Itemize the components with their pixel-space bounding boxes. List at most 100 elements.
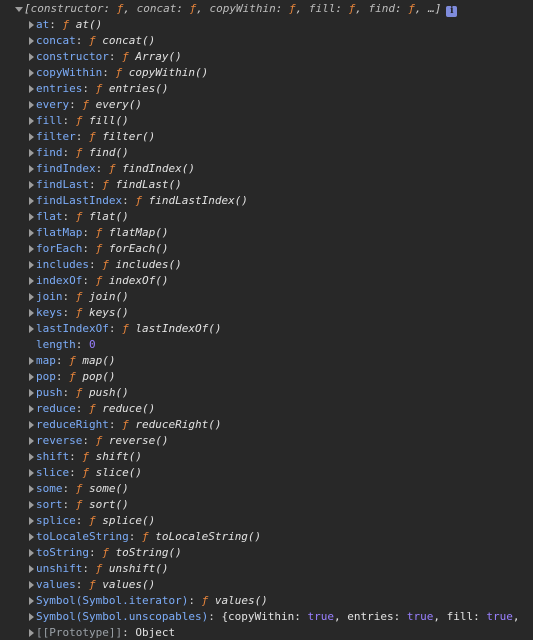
property-row-every[interactable]: every: ƒ every() <box>0 97 533 113</box>
property-row-slice[interactable]: slice: ƒ slice() <box>0 465 533 481</box>
property-row-symbol-unscopables[interactable]: Symbol(Symbol.unscopables): {copyWithin:… <box>0 609 533 625</box>
expand-triangle-icon[interactable] <box>26 305 36 321</box>
expand-triangle-icon[interactable] <box>26 625 36 640</box>
property-content: map: ƒ map() <box>36 353 116 369</box>
function-signature: slice() <box>95 466 142 479</box>
expand-triangle-icon[interactable] <box>26 289 36 305</box>
punctuation: : <box>103 2 117 15</box>
expand-triangle-icon[interactable] <box>26 33 36 49</box>
property-row-entries[interactable]: entries: ƒ entries() <box>0 81 533 97</box>
expand-triangle-icon[interactable] <box>26 513 36 529</box>
expand-triangle-icon[interactable] <box>26 97 36 113</box>
property-row-flatMap[interactable]: flatMap: ƒ flatMap() <box>0 225 533 241</box>
property-row-indexOf[interactable]: indexOf: ƒ indexOf() <box>0 273 533 289</box>
property-row-shift[interactable]: shift: ƒ shift() <box>0 449 533 465</box>
property-row-symbol-iterator[interactable]: Symbol(Symbol.iterator): ƒ values() <box>0 593 533 609</box>
boolean-value: true <box>486 610 513 623</box>
expand-triangle-icon[interactable] <box>26 593 36 609</box>
property-row-map[interactable]: map: ƒ map() <box>0 353 533 369</box>
punctuation: , <box>355 2 369 15</box>
property-row-reduceRight[interactable]: reduceRight: ƒ reduceRight() <box>0 417 533 433</box>
expand-triangle-icon[interactable] <box>26 481 36 497</box>
property-key: pop <box>36 370 56 383</box>
expand-triangle-icon[interactable] <box>26 385 36 401</box>
expand-triangle-open-icon[interactable] <box>14 1 24 17</box>
property-row-toString[interactable]: toString: ƒ toString() <box>0 545 533 561</box>
header-property-key: find <box>368 2 395 15</box>
property-row-values[interactable]: values: ƒ values() <box>0 577 533 593</box>
property-row-keys[interactable]: keys: ƒ keys() <box>0 305 533 321</box>
expand-triangle-icon[interactable] <box>26 353 36 369</box>
property-row-reduce[interactable]: reduce: ƒ reduce() <box>0 401 533 417</box>
property-row-flat[interactable]: flat: ƒ flat() <box>0 209 533 225</box>
expand-triangle-icon[interactable] <box>26 81 36 97</box>
property-content: splice: ƒ splice() <box>36 513 155 529</box>
expand-triangle-icon[interactable] <box>26 449 36 465</box>
expand-triangle-icon[interactable] <box>26 177 36 193</box>
property-row-concat[interactable]: concat: ƒ concat() <box>0 33 533 49</box>
expand-triangle-icon[interactable] <box>26 561 36 577</box>
property-row-join[interactable]: join: ƒ join() <box>0 289 533 305</box>
property-row-findLastIndex[interactable]: findLastIndex: ƒ findLastIndex() <box>0 193 533 209</box>
expand-triangle-icon[interactable] <box>26 129 36 145</box>
expand-triangle-icon[interactable] <box>26 465 36 481</box>
expand-triangle-icon[interactable] <box>26 209 36 225</box>
property-row-at[interactable]: at: ƒ at() <box>0 17 533 33</box>
property-row-sort[interactable]: sort: ƒ sort() <box>0 497 533 513</box>
array-prototype-summary[interactable]: [constructor: ƒ, concat: ƒ, copyWithin: … <box>0 1 533 17</box>
expand-triangle-icon[interactable] <box>26 529 36 545</box>
property-content: filter: ƒ filter() <box>36 129 155 145</box>
property-row-forEach[interactable]: forEach: ƒ forEach() <box>0 241 533 257</box>
property-row-unshift[interactable]: unshift: ƒ unshift() <box>0 561 533 577</box>
expand-triangle-icon[interactable] <box>26 609 36 625</box>
property-row-includes[interactable]: includes: ƒ includes() <box>0 257 533 273</box>
expand-triangle-icon[interactable] <box>26 113 36 129</box>
expand-triangle-icon[interactable] <box>26 161 36 177</box>
expand-triangle-icon[interactable] <box>26 401 36 417</box>
expand-triangle-icon[interactable] <box>26 257 36 273</box>
expand-triangle-icon[interactable] <box>26 417 36 433</box>
property-row-filter[interactable]: filter: ƒ filter() <box>0 129 533 145</box>
expand-triangle-icon[interactable] <box>26 145 36 161</box>
expand-triangle-icon[interactable] <box>26 273 36 289</box>
property-key: join <box>36 290 63 303</box>
expand-triangle-icon[interactable] <box>26 49 36 65</box>
expand-triangle-icon[interactable] <box>26 433 36 449</box>
property-row-findLast[interactable]: findLast: ƒ findLast() <box>0 177 533 193</box>
expand-triangle-icon[interactable] <box>26 65 36 81</box>
property-row-constructor[interactable]: constructor: ƒ Array() <box>0 49 533 65</box>
expand-triangle-icon[interactable] <box>26 497 36 513</box>
property-key: splice <box>36 514 76 527</box>
property-key: every <box>36 98 70 111</box>
expand-triangle-icon[interactable] <box>26 241 36 257</box>
property-key: flat <box>36 210 63 223</box>
expand-triangle-icon[interactable] <box>26 17 36 33</box>
property-row-prototype[interactable]: [[Prototype]]: Object <box>0 625 533 640</box>
expand-triangle-icon[interactable] <box>26 369 36 385</box>
expand-triangle-icon[interactable] <box>26 577 36 593</box>
property-row-splice[interactable]: splice: ƒ splice() <box>0 513 533 529</box>
punctuation: : <box>75 34 89 47</box>
property-key: shift <box>36 450 70 463</box>
info-icon[interactable]: i <box>446 6 458 17</box>
expand-triangle-icon[interactable] <box>26 545 36 561</box>
property-row-push[interactable]: push: ƒ push() <box>0 385 533 401</box>
property-row-some[interactable]: some: ƒ some() <box>0 481 533 497</box>
property-row-copyWithin[interactable]: copyWithin: ƒ copyWithin() <box>0 65 533 81</box>
property-row-lastIndexOf[interactable]: lastIndexOf: ƒ lastIndexOf() <box>0 321 533 337</box>
expand-triangle-icon[interactable] <box>26 193 36 209</box>
property-row-fill[interactable]: fill: ƒ fill() <box>0 113 533 129</box>
expand-triangle-icon[interactable] <box>26 321 36 337</box>
property-row-reverse[interactable]: reverse: ƒ reverse() <box>0 433 533 449</box>
function-f-icon: ƒ <box>69 354 76 367</box>
function-signature: concat() <box>102 34 156 47</box>
property-row-findIndex[interactable]: findIndex: ƒ findIndex() <box>0 161 533 177</box>
property-row-pop[interactable]: pop: ƒ pop() <box>0 369 533 385</box>
property-content: push: ƒ push() <box>36 385 129 401</box>
property-content: toString: ƒ toString() <box>36 545 182 561</box>
property-row-find[interactable]: find: ƒ find() <box>0 145 533 161</box>
property-key: keys <box>36 306 63 319</box>
function-signature: findIndex() <box>122 162 195 175</box>
expand-triangle-icon[interactable] <box>26 225 36 241</box>
property-row-toLocaleString[interactable]: toLocaleString: ƒ toLocaleString() <box>0 529 533 545</box>
